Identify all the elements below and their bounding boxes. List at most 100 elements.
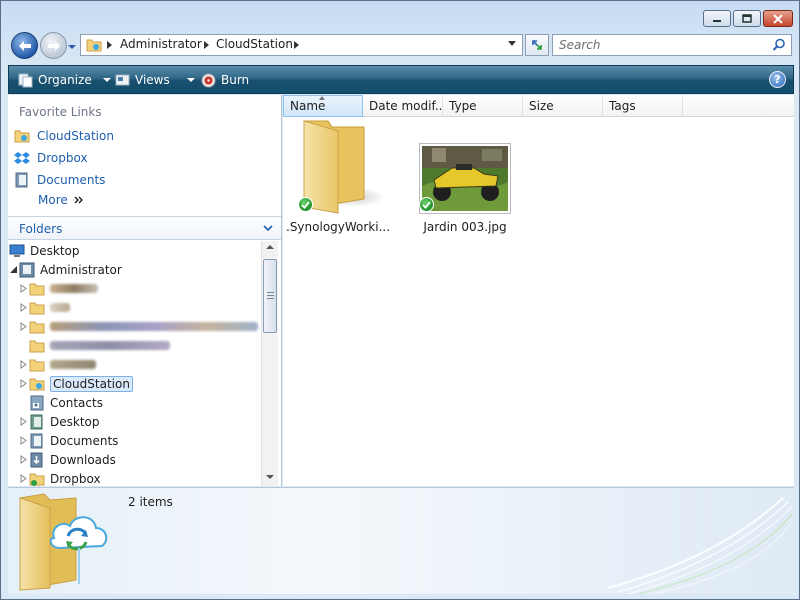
collapsed-arrow-icon[interactable] [19,303,28,312]
help-button[interactable]: ? [769,71,786,88]
tree-item-desktop-folder[interactable]: Desktop [8,412,261,431]
scroll-thumb[interactable] [263,259,277,333]
more-favorites-link[interactable]: More [38,193,84,207]
downloads-icon [30,452,43,467]
cloudstation-folder-icon [29,378,45,390]
tree-item-label: Desktop [50,414,100,429]
collapsed-arrow-icon[interactable] [19,360,28,369]
breadcrumb-arrow-icon[interactable] [204,41,209,49]
chevron-down-icon [68,45,76,49]
tree-item-downloads[interactable]: Downloads [8,450,261,469]
explorer-window: Administrator CloudStation Organize View… [0,0,800,600]
file-item-synology-folder[interactable]: .SynologyWorki... [286,119,390,234]
minimize-button[interactable] [703,10,731,27]
tree-item-folder[interactable] [8,336,261,355]
column-header-tags[interactable]: Tags [603,95,683,117]
tree-item-label: Contacts [50,395,103,410]
scroll-down-arrow-icon[interactable] [266,475,274,479]
details-pane: 2 items [8,487,794,594]
blurred-label [50,284,98,293]
caret-down-icon [186,78,195,82]
back-button[interactable] [11,32,38,59]
file-name: Jardin 003.jpg [423,220,507,234]
expanded-arrow-icon[interactable] [9,265,18,274]
documents-icon [30,433,43,448]
favorite-link-label: Documents [37,173,106,187]
favorite-link-cloudstation[interactable]: CloudStation [14,127,114,145]
decorative-swoosh-icon [607,497,793,594]
tree-scrollbar[interactable] [261,241,278,486]
breadcrumb-cloudstation[interactable]: CloudStation [216,37,293,51]
grip-icon [267,292,274,300]
tree-item-folder[interactable] [8,298,261,317]
folder-icon [29,302,45,314]
item-count: 2 items [128,495,173,509]
refresh-button[interactable] [525,34,549,56]
maximize-button[interactable] [733,10,761,27]
search-input[interactable] [559,37,759,53]
views-menu[interactable]: Views [115,71,195,89]
documents-icon [15,172,28,188]
back-arrow-icon [18,40,31,51]
tree-item-dropbox[interactable]: Dropbox [8,469,261,486]
close-icon [773,13,783,24]
file-item-jardin-photo[interactable]: Jardin 003.jpg [413,119,517,234]
tree-item-documents[interactable]: Documents [8,431,261,450]
organize-label: Organize [38,73,92,87]
breadcrumb-administrator[interactable]: Administrator [120,37,202,51]
column-header-name[interactable]: Name [283,95,363,117]
breadcrumb-arrow-icon[interactable] [294,41,299,49]
folders-header[interactable]: Folders [8,216,281,240]
blurred-label [50,322,258,331]
scroll-up-arrow-icon[interactable] [266,245,274,249]
recent-pages-dropdown[interactable] [67,41,77,51]
collapsed-arrow-icon[interactable] [19,417,28,426]
maximize-icon [742,14,752,23]
organize-menu[interactable]: Organize [18,71,111,89]
address-history-dropdown-icon[interactable] [508,41,516,46]
breadcrumb-arrow-icon[interactable] [107,41,112,49]
close-button[interactable] [763,10,793,27]
favorite-link-documents[interactable]: Documents [14,171,105,189]
tree-item-folder[interactable] [8,355,261,374]
column-header-type[interactable]: Type [443,95,523,117]
burn-button[interactable]: Burn [201,71,249,89]
tree-item-desktop[interactable]: Desktop [8,241,261,260]
tree-item-label: Documents [50,433,119,448]
collapsed-arrow-icon[interactable] [19,379,28,388]
tree-item-administrator[interactable]: Administrator [8,260,261,279]
column-header-size[interactable]: Size [523,95,603,117]
tree-item-folder[interactable] [8,317,261,336]
desktop-folder-icon [30,414,43,429]
tree-item-cloudstation[interactable]: CloudStation [8,374,261,393]
views-label: Views [135,73,170,87]
favorite-link-dropbox[interactable]: Dropbox [14,149,88,167]
minimize-icon [713,19,721,22]
address-bar[interactable]: Administrator CloudStation [80,34,523,56]
column-header-label: Date modif... [369,99,443,113]
burn-disc-icon [201,73,216,87]
column-header-date-modified[interactable]: Date modif... [363,95,443,117]
folders-label: Folders [19,222,63,236]
file-list-pane[interactable]: Name Date modif... Type Size Tags .Synol… [283,95,794,486]
forward-arrow-icon [47,40,60,51]
collapsed-arrow-icon[interactable] [19,322,28,331]
search-box[interactable] [552,34,792,56]
tree-item-folder[interactable] [8,279,261,298]
collapsed-arrow-icon[interactable] [19,455,28,464]
collapsed-arrow-icon[interactable] [19,474,28,483]
sort-ascending-icon [319,96,325,100]
tree-item-label: Administrator [40,262,122,277]
forward-button[interactable] [40,32,67,59]
column-headers: Name Date modif... Type Size Tags [283,95,794,117]
collapsed-arrow-icon[interactable] [19,436,28,445]
desktop-icon [9,244,25,257]
collapsed-arrow-icon[interactable] [19,284,28,293]
tree-item-label: Desktop [30,243,80,258]
tree-item-contacts[interactable]: Contacts [8,393,261,412]
search-icon[interactable] [772,38,786,52]
blurred-label [50,303,70,312]
chevron-down-icon[interactable] [263,225,273,232]
column-header-label: Size [529,99,554,113]
contacts-icon [30,395,44,410]
